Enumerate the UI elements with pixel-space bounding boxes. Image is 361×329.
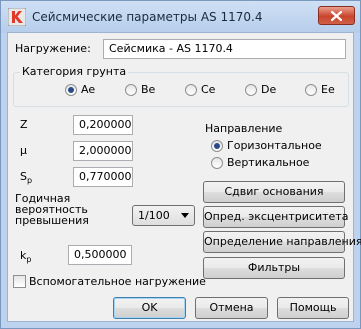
soil-label-be: Be [141,83,156,96]
soil-label-de: De [261,83,277,96]
soil-category-title: Категория грунта [20,65,129,78]
dialog-body: Нагружение: Сейсмика - AS 1170.4 Категор… [7,32,361,322]
help-button[interactable]: Помощь [277,297,349,319]
load-field[interactable]: Сейсмика - AS 1170.4 [103,39,346,59]
soil-label-ee: Ee [321,83,335,96]
sp-label: Sp [20,170,32,185]
close-icon [331,11,342,21]
direction-radio-vertical[interactable] [211,157,223,169]
sp-label-sub: p [26,176,33,186]
soil-radio-ae[interactable] [65,84,77,96]
probability-value: 1/100 [138,209,170,222]
load-label: Нагружение: [15,42,91,55]
soil-category-group: Категория грунта [13,65,349,107]
title-bar[interactable]: Сейсмические параметры AS 1170.4 [1,1,360,33]
z-label: Z [20,118,28,131]
kp-field[interactable]: 0,500000 [68,245,132,265]
direction-definition-button[interactable]: Определение направления [203,231,361,253]
mu-field[interactable]: 2,000000 [73,141,133,161]
close-button[interactable] [318,6,355,25]
app-logo-icon [8,8,26,26]
kp-label: kp [20,249,31,264]
mu-label: µ [20,144,27,157]
sp-field[interactable]: 0,770000 [73,167,133,187]
direction-radio-horizontal[interactable] [211,140,223,152]
auxiliary-load-label: Вспомогательное нагружение [29,275,206,288]
z-field[interactable]: 0,200000 [73,115,133,135]
eccentricity-button[interactable]: Опред. эксцентриситета [203,206,348,228]
soil-radio-be[interactable] [125,84,137,96]
probability-select[interactable]: 1/100 [132,205,195,226]
chevron-down-icon [181,213,189,218]
base-shift-button[interactable]: Сдвиг основания [203,181,345,203]
soil-label-ce: Ce [201,83,216,96]
kp-label-sub: p [26,255,32,265]
soil-radio-de[interactable] [245,84,257,96]
sp-label-main: S [20,170,27,183]
probability-label-line3: превышения [15,214,89,227]
auxiliary-load-checkbox[interactable] [13,275,26,288]
ok-button[interactable]: OK [113,297,186,319]
soil-radio-ee[interactable] [305,84,317,96]
soil-radio-ce[interactable] [185,84,197,96]
direction-label-vertical: Вертикальное [227,156,310,169]
direction-label-horizontal: Горизонтальное [227,139,322,152]
filters-button[interactable]: Фильтры [203,257,345,279]
direction-title: Направление [205,122,283,135]
window-title: Сейсмические параметры AS 1170.4 [32,10,263,24]
dialog-window: Сейсмические параметры AS 1170.4 Нагруже… [0,0,361,329]
cancel-button[interactable]: Отмена [195,297,268,319]
soil-label-ae: Ae [81,83,96,96]
